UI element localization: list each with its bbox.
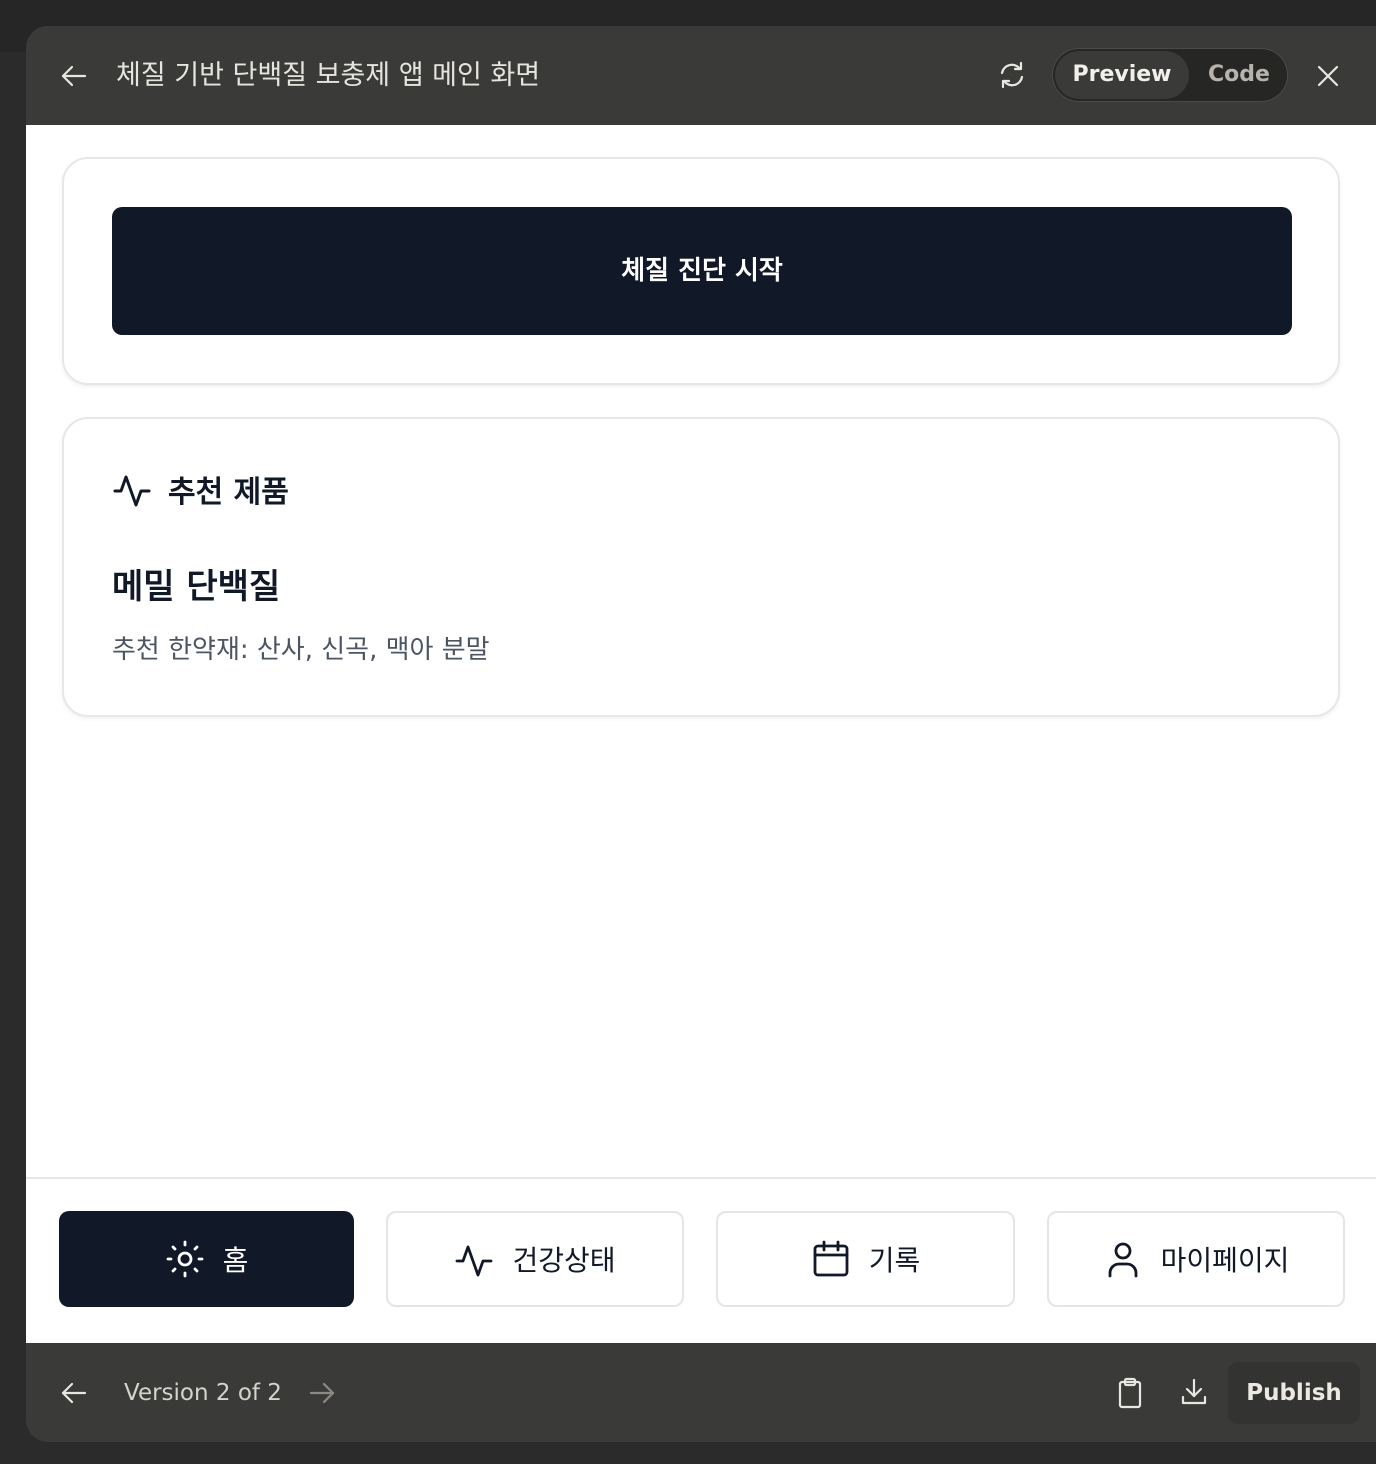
nav-log-button[interactable]: 기록 bbox=[716, 1211, 1015, 1307]
recommendation-header: 추천 제품 bbox=[112, 467, 289, 511]
product-name: 메밀 단백질 bbox=[112, 567, 281, 607]
recommendation-card: 추천 제품 메밀 단백질 추천 한약재: 산사, 신곡, 맥아 분말 bbox=[62, 417, 1340, 717]
clipboard-icon[interactable] bbox=[1114, 1376, 1146, 1410]
refresh-icon[interactable] bbox=[996, 59, 1028, 91]
next-version-icon[interactable] bbox=[306, 1377, 338, 1409]
activity-icon bbox=[456, 1245, 493, 1277]
close-icon[interactable] bbox=[1312, 60, 1344, 92]
nav-home-button[interactable]: 홈 bbox=[59, 1211, 354, 1307]
recommendation-heading: 추천 제품 bbox=[168, 475, 289, 510]
user-icon bbox=[1108, 1242, 1137, 1278]
nav-health-label: 건강상태 bbox=[512, 1244, 616, 1277]
tab-code[interactable]: Code bbox=[1191, 51, 1287, 99]
nav-divider bbox=[26, 1177, 1376, 1179]
download-icon[interactable] bbox=[1178, 1376, 1210, 1408]
nav-mypage-button[interactable]: 마이페이지 bbox=[1047, 1211, 1345, 1307]
tab-preview[interactable]: Preview bbox=[1055, 51, 1189, 99]
window-footer: Version 2 of 2 Publish bbox=[26, 1343, 1376, 1442]
activity-icon bbox=[113, 475, 151, 507]
nav-home-label: 홈 bbox=[222, 1244, 249, 1277]
previous-version-icon[interactable] bbox=[58, 1377, 90, 1409]
nav-log-label: 기록 bbox=[868, 1244, 921, 1277]
window-header: 체질 기반 단백질 보충제 앱 메인 화면 Preview Code bbox=[26, 26, 1376, 125]
view-toggle: Preview Code bbox=[1052, 48, 1288, 102]
artifact-window: 체질 기반 단백질 보충제 앱 메인 화면 Preview Code 체질 진단… bbox=[26, 26, 1376, 1442]
version-label: Version 2 of 2 bbox=[124, 1380, 282, 1406]
diagnosis-card: 체질 진단 시작 bbox=[62, 157, 1340, 385]
nav-mypage-label: 마이페이지 bbox=[1160, 1244, 1290, 1277]
artifact-title: 체질 기반 단백질 보충제 앱 메인 화면 bbox=[116, 60, 541, 91]
nav-health-button[interactable]: 건강상태 bbox=[386, 1211, 684, 1307]
publish-button[interactable]: Publish bbox=[1228, 1362, 1360, 1424]
sun-icon bbox=[166, 1240, 204, 1278]
start-diagnosis-button[interactable]: 체질 진단 시작 bbox=[112, 207, 1292, 335]
back-arrow-icon[interactable] bbox=[58, 60, 90, 92]
calendar-icon bbox=[813, 1240, 849, 1277]
preview-content: 체질 진단 시작 추천 제품 메밀 단백질 추천 한약재: 산사, 신곡, 맥아… bbox=[26, 125, 1376, 1343]
product-description: 추천 한약재: 산사, 신곡, 맥아 분말 bbox=[112, 635, 490, 665]
